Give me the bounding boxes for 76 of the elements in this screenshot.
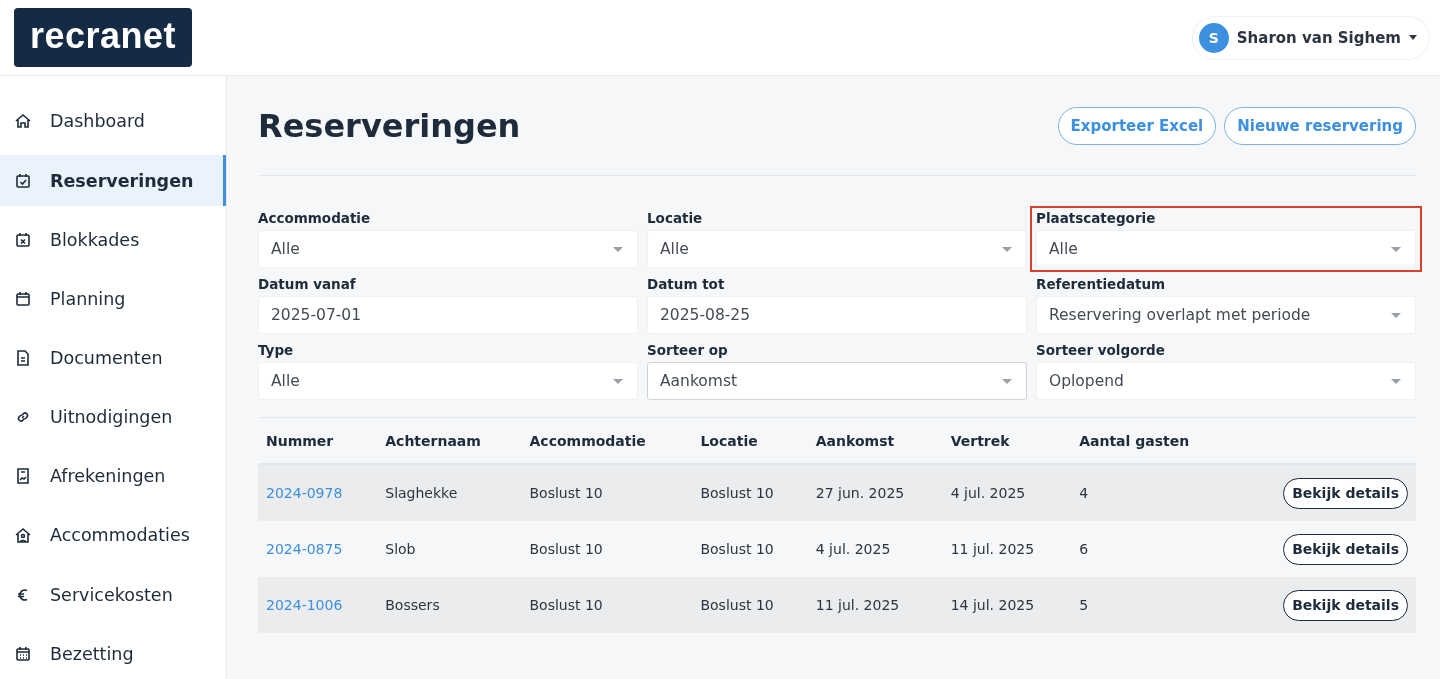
calendar-grid-icon	[14, 644, 32, 663]
table-cell: Bossers	[385, 597, 440, 613]
sidebar-item[interactable]: Accommodaties	[0, 510, 226, 561]
caret-icon	[1391, 246, 1401, 252]
sidebar-item[interactable]: Planning	[0, 273, 226, 325]
column-header: Achternaam	[385, 432, 481, 449]
select-field[interactable]: Alle	[258, 362, 638, 400]
field-label: Sorteer volgorde	[1036, 342, 1166, 358]
field-label: Sorteer op	[647, 342, 729, 358]
sidebar-item[interactable]: Bezetting	[0, 628, 226, 679]
column-header: Accommodatie	[529, 432, 646, 449]
avatar: S	[1198, 22, 1229, 53]
table-cell: Boslust 10	[700, 597, 774, 613]
table-cell: Boslust 10	[700, 485, 774, 501]
date-field[interactable]: 2025-08-25	[647, 296, 1027, 334]
table-cell: Boslust 10	[529, 485, 603, 501]
receipt-icon	[14, 467, 32, 486]
select-field[interactable]: Alle	[1036, 230, 1416, 268]
caret-icon	[1409, 35, 1417, 40]
caret-icon	[1391, 312, 1401, 318]
page-title: Reserveringen	[258, 106, 521, 145]
field-label: Plaatscategorie	[1036, 210, 1157, 226]
select-field[interactable]: Aankomst	[647, 362, 1027, 400]
sidebar-item[interactable]: Reserveringen	[0, 155, 226, 206]
select-field[interactable]: Reservering overlapt met periode	[1036, 296, 1416, 334]
table-cell: 11 jul. 2025	[950, 541, 1035, 557]
details-button[interactable]: Bekijk details	[1283, 589, 1408, 621]
sidebar-item[interactable]: Uitnodigingen	[0, 391, 226, 443]
caret-icon	[1391, 378, 1401, 384]
home-icon	[14, 112, 32, 131]
column-header: Vertrek	[950, 432, 1010, 449]
field-label: Datum tot	[647, 276, 726, 292]
table-cell: 14 jul. 2025	[950, 597, 1035, 613]
table-cell: 11 jul. 2025	[815, 597, 900, 613]
date-field[interactable]: 2025-07-01	[258, 296, 638, 334]
calendar-x-icon	[14, 230, 32, 249]
table-cell: 4 jul. 2025	[815, 541, 891, 557]
sidebar-item[interactable]: Documenten	[0, 332, 226, 384]
field-label: Type	[258, 342, 295, 358]
table-cell: 6	[1079, 541, 1089, 557]
house-icon	[14, 526, 32, 545]
column-header: Aantal gasten	[1079, 432, 1190, 449]
table-cell: Boslust 10	[529, 541, 603, 557]
details-button[interactable]: Bekijk details	[1283, 477, 1408, 509]
field-label: Locatie	[647, 210, 704, 226]
table-cell: 4	[1079, 485, 1089, 501]
sidebar-item[interactable]: Dashboard	[0, 96, 226, 147]
table-cell: Boslust 10	[700, 541, 774, 557]
sidebar-item[interactable]: Servicekosten	[0, 569, 226, 620]
caret-icon	[1002, 378, 1012, 384]
table-cell: Slaghekke	[385, 485, 458, 501]
column-header: Nummer	[266, 432, 334, 449]
select-field[interactable]: Oplopend	[1036, 362, 1416, 400]
column-header: Locatie	[700, 432, 758, 449]
caret-icon	[1002, 246, 1012, 252]
sidebar-item[interactable]: Blokkades	[0, 214, 226, 266]
table-cell: Slob	[385, 541, 416, 557]
field-label: Accommodatie	[258, 210, 372, 226]
caret-icon	[613, 246, 623, 252]
table-cell: 4 jul. 2025	[950, 485, 1026, 501]
logo[interactable]: recranet	[14, 8, 192, 67]
calendar-check-icon	[14, 171, 32, 190]
table-cell: 27 jun. 2025	[815, 485, 905, 501]
document-icon	[14, 348, 32, 367]
column-header: Aankomst	[815, 432, 895, 449]
user-menu[interactable]: S Sharon van Sighem	[1191, 15, 1430, 60]
select-field[interactable]: Alle	[647, 230, 1027, 268]
sidebar-item[interactable]: Afrekeningen	[0, 450, 226, 502]
calendar-icon	[14, 289, 32, 308]
field-label: Referentiedatum	[1036, 276, 1167, 292]
caret-icon	[613, 378, 623, 384]
table-cell: 5	[1079, 597, 1089, 613]
field-label: Datum vanaf	[258, 276, 357, 292]
table-cell: Boslust 10	[529, 597, 603, 613]
select-field[interactable]: Alle	[258, 230, 638, 268]
details-button[interactable]: Bekijk details	[1283, 533, 1408, 565]
